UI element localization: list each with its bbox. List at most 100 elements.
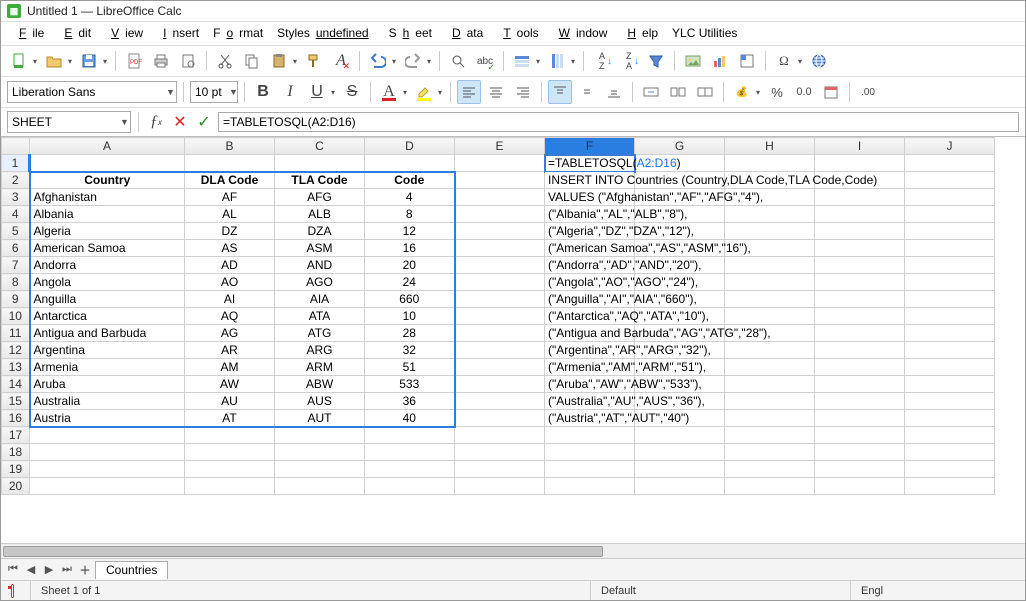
cell-D12[interactable]: 32 <box>365 342 455 359</box>
cell-A5[interactable]: Algeria <box>30 223 185 240</box>
row-header-1[interactable]: 1 <box>2 155 30 172</box>
cell-F18[interactable] <box>545 444 635 461</box>
valign-middle-button[interactable] <box>575 80 599 104</box>
cell-J14[interactable] <box>905 376 995 393</box>
cell-A19[interactable] <box>30 461 185 478</box>
cell-E7[interactable] <box>455 257 545 274</box>
col-header-A[interactable]: A <box>30 138 185 155</box>
cell-J10[interactable] <box>905 308 995 325</box>
cell-D14[interactable]: 533 <box>365 376 455 393</box>
cell-I13[interactable] <box>815 359 905 376</box>
cell-I8[interactable] <box>815 274 905 291</box>
cell-B11[interactable]: AG <box>185 325 275 342</box>
cell-H9[interactable] <box>725 291 815 308</box>
cell-F12[interactable]: ("Argentina","AR","ARG","32"), <box>545 342 635 359</box>
unmerge-cells-button[interactable] <box>666 80 690 104</box>
cell-I4[interactable] <box>815 206 905 223</box>
cell-E14[interactable] <box>455 376 545 393</box>
cell-G9[interactable] <box>635 291 725 308</box>
find-icon[interactable] <box>446 49 470 73</box>
cell-F7[interactable]: ("Andorra","AD","AND","20"), <box>545 257 635 274</box>
cell-H13[interactable] <box>725 359 815 376</box>
col-header-I[interactable]: I <box>815 138 905 155</box>
cell-A2[interactable]: Country <box>30 172 185 189</box>
cell-B1[interactable] <box>185 155 275 172</box>
cell-E6[interactable] <box>455 240 545 257</box>
cell-F17[interactable] <box>545 427 635 444</box>
cell-J4[interactable] <box>905 206 995 223</box>
col-header-C[interactable]: C <box>275 138 365 155</box>
sheet-tab[interactable]: Countries <box>95 561 168 579</box>
redo-drop[interactable]: ▾ <box>425 57 433 66</box>
cell-A20[interactable] <box>30 478 185 495</box>
cell-B17[interactable] <box>185 427 275 444</box>
cell-D15[interactable]: 36 <box>365 393 455 410</box>
font-name-input[interactable] <box>12 85 162 99</box>
undo-icon[interactable] <box>366 49 390 73</box>
cell-A18[interactable] <box>30 444 185 461</box>
menu-help[interactable]: Help <box>615 24 664 42</box>
cell-H12[interactable] <box>725 342 815 359</box>
cell-C16[interactable]: AUT <box>275 410 365 427</box>
cell-J3[interactable] <box>905 189 995 206</box>
row-header-17[interactable]: 17 <box>2 427 30 444</box>
cell-A3[interactable]: Afghanistan <box>30 189 185 206</box>
cell-E10[interactable] <box>455 308 545 325</box>
cell-E16[interactable] <box>455 410 545 427</box>
row-header-10[interactable]: 10 <box>2 308 30 325</box>
cell-A4[interactable]: Albania <box>30 206 185 223</box>
cell-I14[interactable] <box>815 376 905 393</box>
col-header-B[interactable]: B <box>185 138 275 155</box>
cell-B18[interactable] <box>185 444 275 461</box>
cell-E5[interactable] <box>455 223 545 240</box>
col-header-E[interactable]: E <box>455 138 545 155</box>
row-header-15[interactable]: 15 <box>2 393 30 410</box>
print-preview-icon[interactable] <box>176 49 200 73</box>
cell-D16[interactable]: 40 <box>365 410 455 427</box>
cell-H1[interactable] <box>725 155 815 172</box>
number-button[interactable]: 0.0 <box>792 80 816 104</box>
cell-J16[interactable] <box>905 410 995 427</box>
cell-D13[interactable]: 51 <box>365 359 455 376</box>
font-size-combo[interactable]: ▼ <box>190 81 238 103</box>
cell-H18[interactable] <box>725 444 815 461</box>
row-header-3[interactable]: 3 <box>2 189 30 206</box>
cell-G5[interactable] <box>635 223 725 240</box>
cell-G7[interactable] <box>635 257 725 274</box>
cell-E20[interactable] <box>455 478 545 495</box>
cell-A6[interactable]: American Samoa <box>30 240 185 257</box>
cell-J18[interactable] <box>905 444 995 461</box>
cell-G20[interactable] <box>635 478 725 495</box>
font-name-combo[interactable]: ▼ <box>7 81 177 103</box>
cell-J9[interactable] <box>905 291 995 308</box>
row-header-7[interactable]: 7 <box>2 257 30 274</box>
special-char-icon[interactable]: Ω <box>772 49 796 73</box>
clone-format-icon[interactable] <box>302 49 326 73</box>
cell-D11[interactable]: 28 <box>365 325 455 342</box>
cell-B12[interactable]: AR <box>185 342 275 359</box>
cell-H10[interactable] <box>725 308 815 325</box>
cell-F13[interactable]: ("Armenia","AM","ARM","51"), <box>545 359 635 376</box>
cell-H8[interactable] <box>725 274 815 291</box>
underline-button[interactable]: U <box>305 80 329 104</box>
merge-cells-button[interactable] <box>639 80 663 104</box>
save-icon[interactable] <box>77 49 101 73</box>
cell-D5[interactable]: 12 <box>365 223 455 240</box>
paste-icon[interactable] <box>267 49 291 73</box>
cell-E12[interactable] <box>455 342 545 359</box>
menu-sheet[interactable]: Sheet <box>383 24 438 42</box>
cell-I19[interactable] <box>815 461 905 478</box>
cell-E8[interactable] <box>455 274 545 291</box>
cell-B19[interactable] <box>185 461 275 478</box>
cell-H7[interactable] <box>725 257 815 274</box>
menu-ylcutilities[interactable]: YLC Utilities <box>666 24 743 42</box>
cell-F20[interactable] <box>545 478 635 495</box>
align-center-button[interactable] <box>484 80 508 104</box>
cell-H16[interactable] <box>725 410 815 427</box>
cell-C8[interactable]: AGO <box>275 274 365 291</box>
cell-G16[interactable] <box>635 410 725 427</box>
cell-F6[interactable]: ("American Samoa","AS","ASM","16"), <box>545 240 635 257</box>
name-box-input[interactable] <box>12 115 116 129</box>
font-color-button[interactable]: A <box>377 80 401 104</box>
cell-E1[interactable] <box>455 155 545 172</box>
